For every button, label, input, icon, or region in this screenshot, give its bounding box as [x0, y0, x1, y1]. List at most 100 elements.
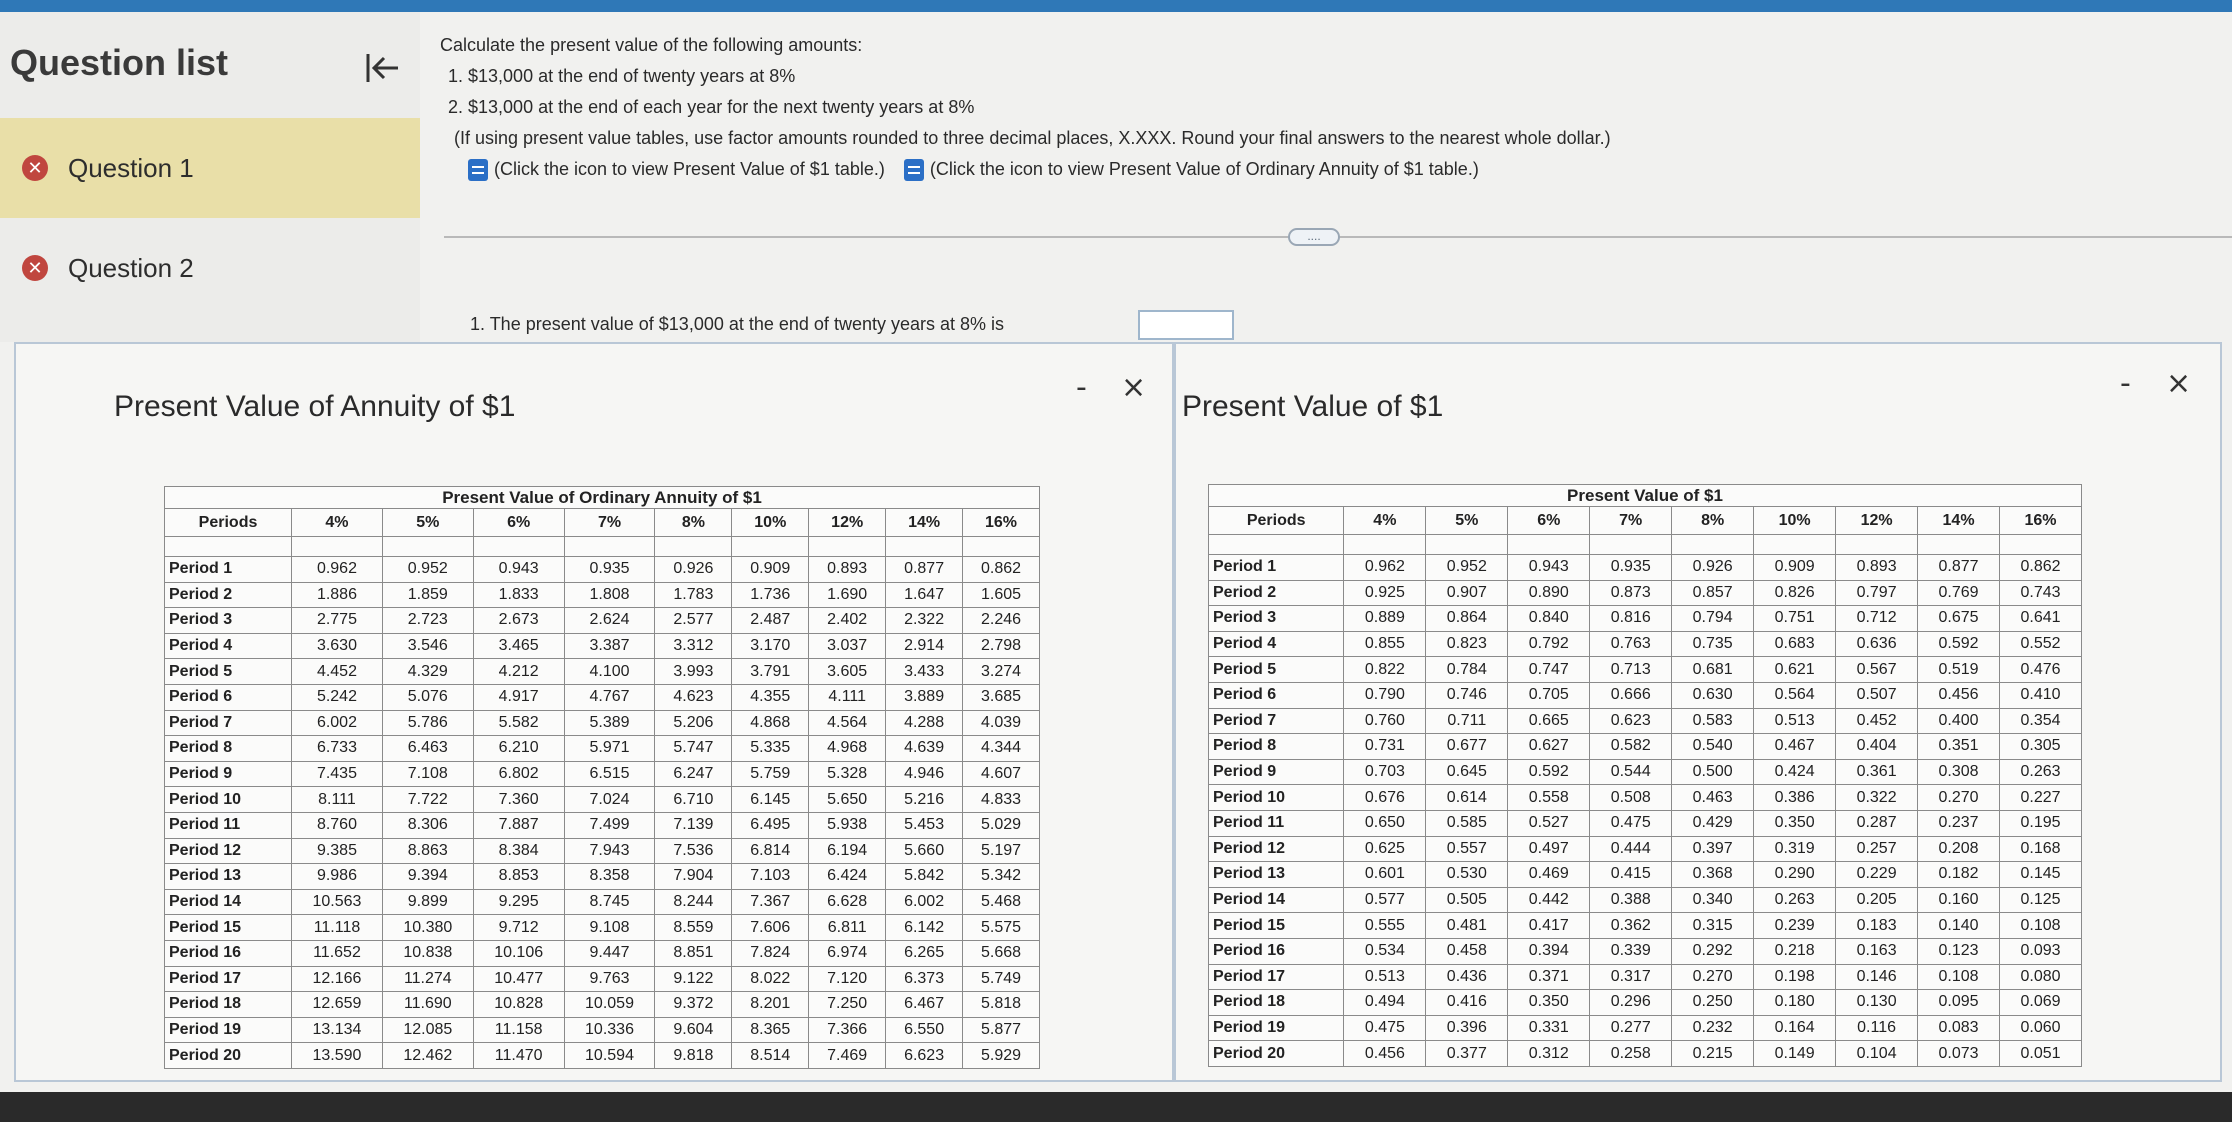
factor-cell: 0.149: [1753, 1040, 1837, 1067]
factor-cell: 6.194: [808, 837, 887, 865]
factor-cell: 8.853: [472, 863, 565, 890]
close-button[interactable]: ×: [1121, 370, 1146, 405]
factor-cell: 0.751: [1753, 605, 1837, 632]
factor-cell: 5.453: [885, 811, 964, 839]
spacer-cell: [885, 536, 964, 557]
factor-cell: 4.639: [885, 735, 964, 762]
factor-cell: 0.481: [1425, 912, 1509, 939]
factor-cell: 5.929: [962, 1042, 1040, 1069]
table-row: Period 15 0.555 0.481 0.417 0.362 0.315 0.239 0…: [1207, 912, 2082, 939]
table-row: Period 6 0.790 0.746 0.705 0.666 0.630 0.564 0.…: [1207, 681, 2082, 709]
factor-cell: 0.361: [1835, 758, 1919, 786]
factor-cell: 0.095: [1917, 989, 2001, 1016]
table-row: Period 6 5.242 5.076 4.917 4.767 4.623 4.355 4.…: [163, 683, 1040, 711]
period-label: Period 13: [163, 863, 293, 890]
factor-cell: 0.567: [1835, 656, 1919, 683]
factor-cell: 7.108: [381, 760, 474, 788]
factor-cell: 0.636: [1835, 630, 1919, 658]
period-label: Period 13: [1207, 861, 1345, 888]
expand-more-button[interactable]: ....: [1288, 228, 1340, 246]
factor-cell: 0.069: [1999, 989, 2082, 1016]
factor-cell: 0.467: [1753, 733, 1837, 760]
factor-cell: 6.515: [563, 760, 656, 788]
factor-cell: 2.577: [654, 607, 733, 634]
factor-cell: 0.456: [1343, 1040, 1427, 1067]
table-row: Period 14 0.577 0.505 0.442 0.388 0.340 0.263 0…: [1207, 886, 2082, 914]
period-label: Period 12: [1207, 835, 1345, 863]
factor-cell: 5.842: [885, 863, 964, 890]
factor-cell: 3.605: [808, 658, 887, 685]
factor-cell: 0.577: [1343, 886, 1427, 914]
factor-cell: 0.125: [1999, 886, 2082, 914]
pv1-link-text[interactable]: (Click the icon to view Present Value of…: [494, 154, 885, 185]
factor-cell: 9.108: [563, 914, 656, 941]
annuity-link-text[interactable]: (Click the icon to view Present Value of…: [930, 154, 1479, 185]
factor-cell: 0.926: [654, 556, 733, 583]
factor-cell: 0.645: [1425, 758, 1509, 786]
question-list-item-2[interactable]: ✕ Question 2: [0, 238, 420, 298]
table-row: Period 16 0.534 0.458 0.394 0.339 0.292 0.218 0…: [1207, 937, 2082, 965]
factor-cell: 0.540: [1671, 733, 1755, 760]
table-row: Period 7 0.760 0.711 0.665 0.623 0.583 0.513 0.…: [1207, 707, 2082, 735]
factor-cell: 5.582: [472, 709, 565, 737]
spacer-cell: [1589, 534, 1673, 555]
table-links: (Click the icon to view Present Value of…: [440, 154, 2200, 191]
factor-cell: 1.736: [731, 581, 810, 609]
pv1-table-link[interactable]: (Click the icon to view Present Value of…: [454, 154, 885, 185]
factor-cell: 0.371: [1507, 963, 1591, 991]
question-list-item-1[interactable]: ✕ Question 1: [0, 118, 420, 218]
factor-cell: 0.552: [1999, 630, 2082, 658]
annuity-table-link[interactable]: (Click the icon to view Present Value of…: [890, 154, 1479, 185]
factor-cell: 6.467: [885, 991, 964, 1018]
factor-cell: 5.786: [381, 709, 474, 737]
factor-cell: 0.713: [1589, 656, 1673, 683]
table-icon[interactable]: [468, 158, 488, 181]
column-header: 16%: [962, 508, 1040, 537]
question-content: Calculate the present value of the follo…: [440, 30, 2200, 191]
factor-cell: 4.212: [472, 658, 565, 685]
factor-cell: 0.952: [381, 556, 474, 583]
factor-cell: 0.877: [885, 556, 964, 583]
factor-cell: 0.444: [1589, 835, 1673, 863]
factor-cell: 0.400: [1917, 707, 2001, 735]
factor-cell: 0.239: [1753, 912, 1837, 939]
minimize-button[interactable]: -: [1076, 370, 1087, 405]
factor-cell: 5.389: [563, 709, 656, 737]
close-button[interactable]: ×: [2166, 366, 2191, 401]
column-header: 14%: [885, 508, 964, 537]
factor-cell: 0.195: [1999, 809, 2082, 837]
factor-cell: 0.676: [1343, 784, 1427, 811]
factor-cell: 4.329: [381, 658, 474, 685]
spacer-cell: [563, 536, 656, 557]
collapse-left-icon[interactable]: [362, 48, 402, 88]
factor-cell: 6.142: [885, 914, 964, 941]
factor-cell: 0.456: [1917, 681, 2001, 709]
factor-cell: 0.621: [1753, 656, 1837, 683]
period-label: Period 6: [1207, 681, 1345, 709]
period-label: Period 3: [163, 607, 293, 634]
table-row: Period 4 0.855 0.823 0.792 0.763 0.735 0.683 0.…: [1207, 630, 2082, 658]
factor-cell: 0.630: [1671, 681, 1755, 709]
factor-cell: 4.607: [962, 760, 1040, 788]
table-row: Period 2 0.925 0.907 0.890 0.873 0.857 0.826 0.…: [1207, 579, 2082, 607]
factor-cell: 11.274: [381, 965, 474, 993]
period-label: Period 1: [1207, 554, 1345, 581]
table-row: Period 12 9.385 8.863 8.384 7.943 7.536 6.814 6…: [163, 837, 1040, 865]
factor-cell: 0.666: [1589, 681, 1673, 709]
period-label: Period 16: [1207, 937, 1345, 965]
table-row: Period 5 0.822 0.784 0.747 0.713 0.681 0.621 0.…: [1207, 656, 2082, 683]
factor-cell: 4.039: [962, 709, 1040, 737]
table-icon[interactable]: [903, 158, 924, 181]
factor-cell: 2.673: [472, 607, 565, 634]
minimize-button[interactable]: -: [2120, 366, 2131, 401]
factor-cell: 5.328: [808, 760, 887, 788]
question-label: Question 1: [68, 152, 194, 183]
factor-cell: 5.650: [808, 786, 887, 813]
factor-cell: 4.623: [654, 683, 733, 711]
factor-cell: 0.592: [1917, 630, 2001, 658]
factor-cell: 1.833: [472, 581, 565, 609]
table-row: Period 10 0.676 0.614 0.558 0.508 0.463 0.386 0…: [1207, 784, 2082, 811]
question-prompt: Calculate the present value of the follo…: [440, 35, 863, 55]
factor-cell: 5.747: [654, 735, 733, 762]
answer-input[interactable]: [1138, 310, 1234, 340]
